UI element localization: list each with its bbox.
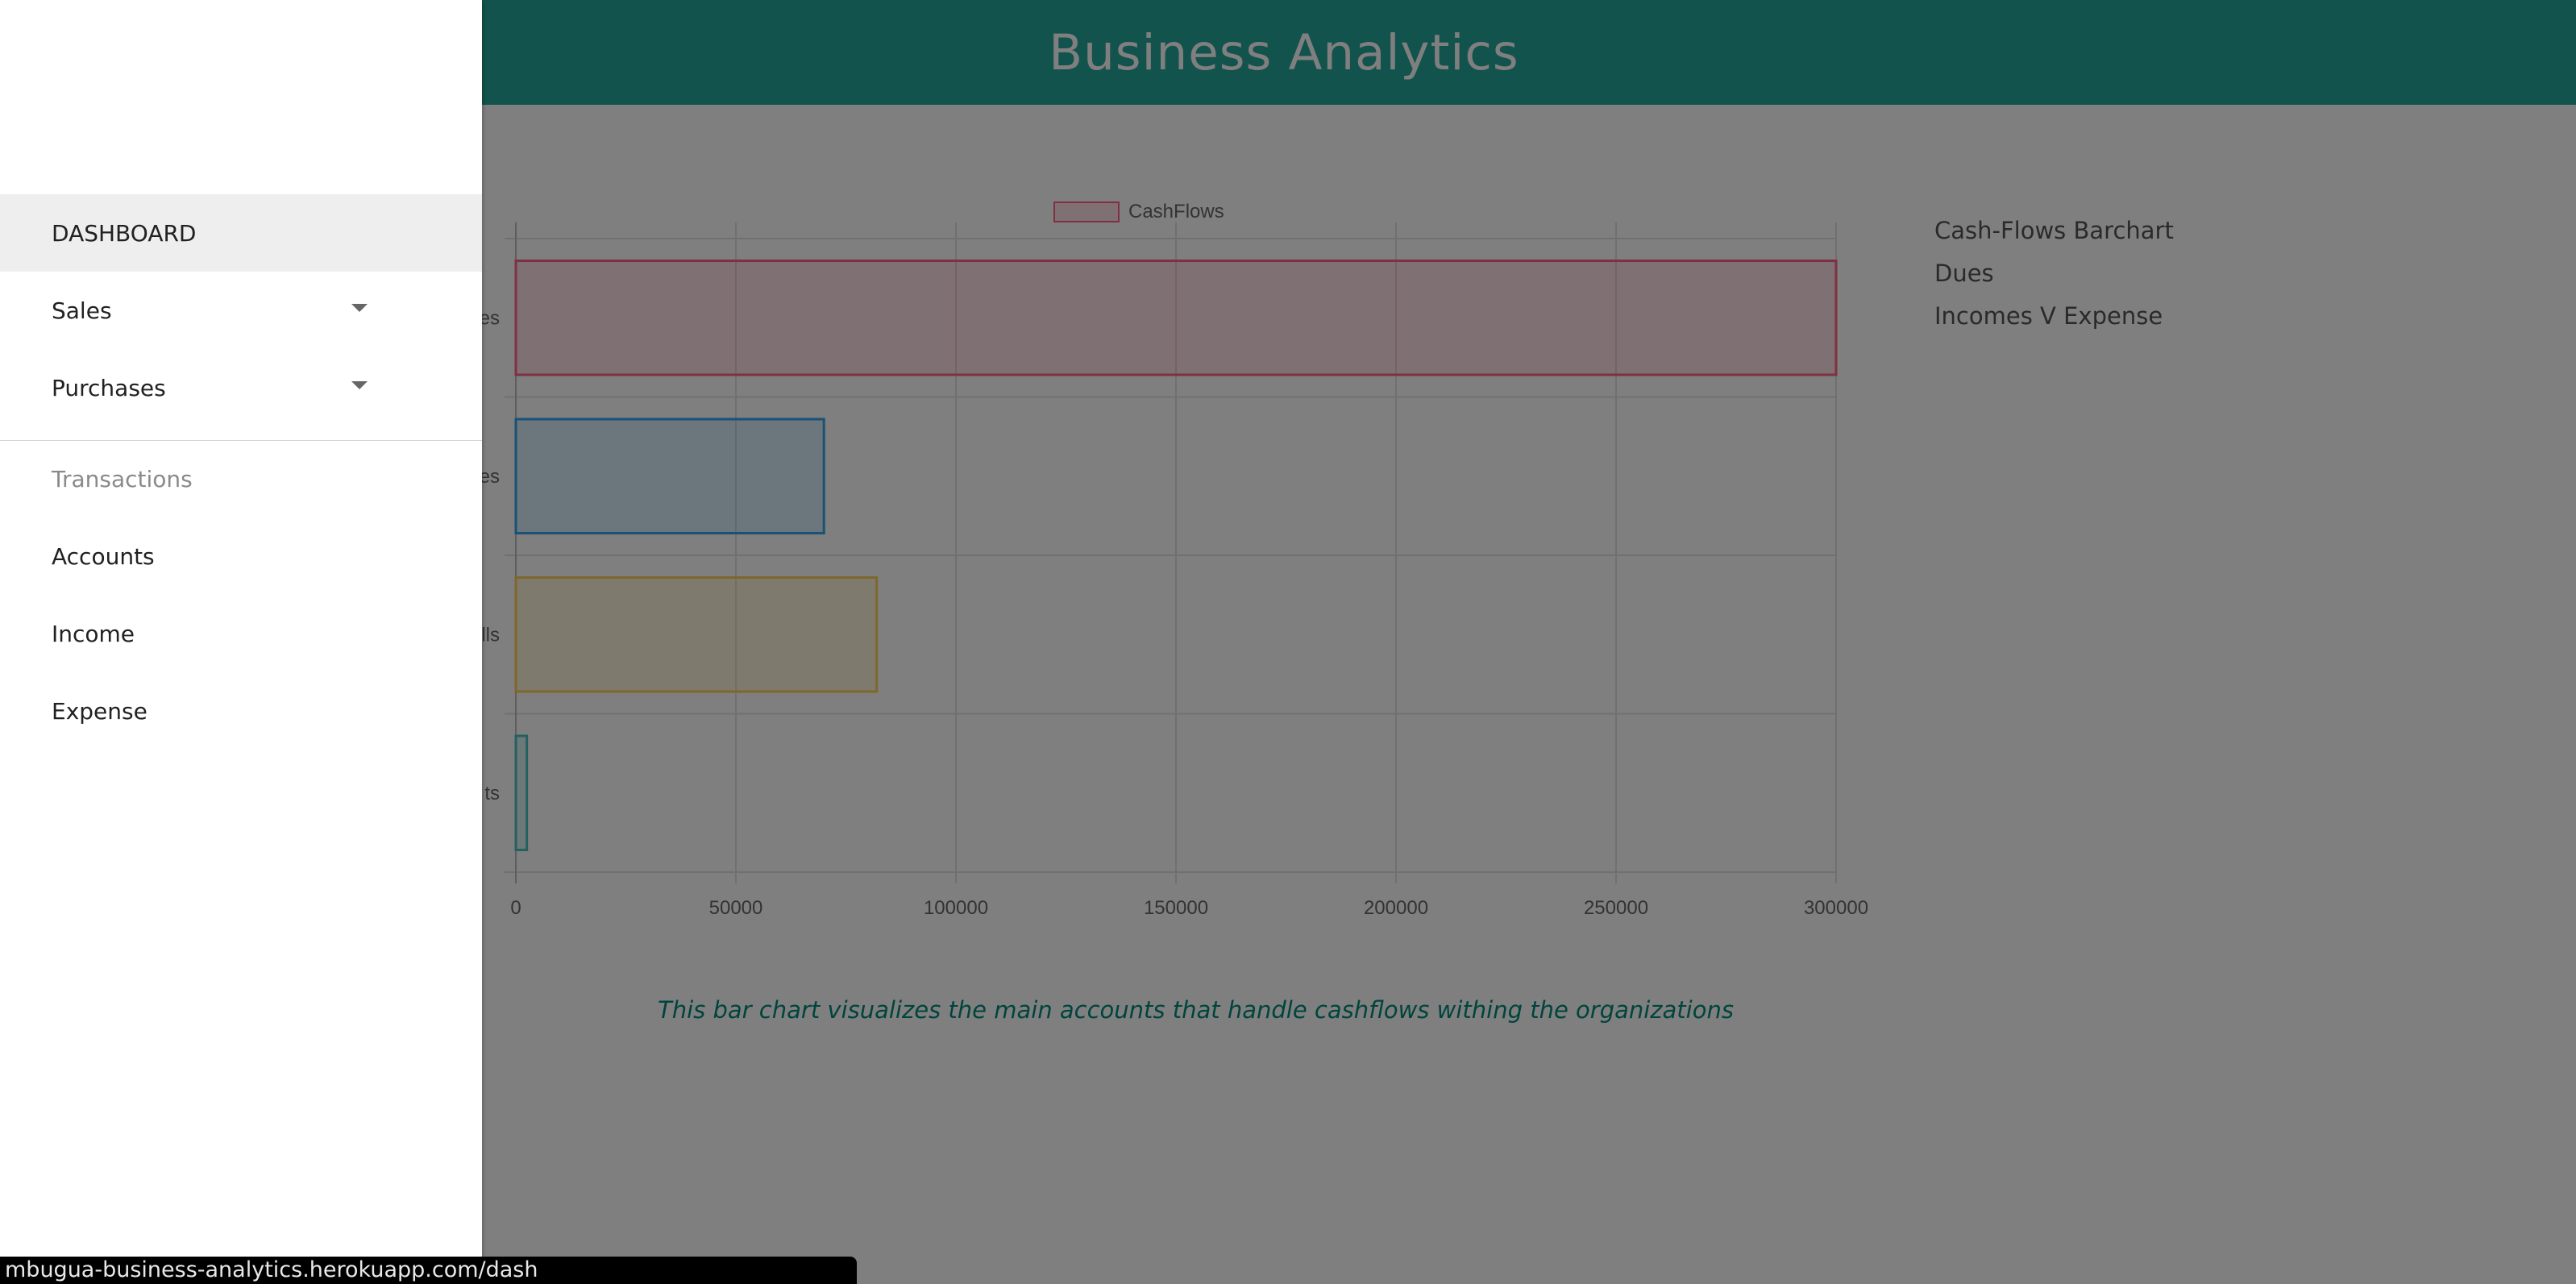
sidebar-item-dashboard[interactable]: DASHBOARD (0, 194, 482, 272)
side-navigation-drawer: DASHBOARD Sales Purchases Transactions A… (0, 0, 482, 1284)
sidebar-item-label: Accounts (52, 542, 155, 570)
sidebar-item-label: Purchases (52, 374, 166, 401)
sidebar-item-label: Expense (52, 697, 147, 725)
sidebar-item-income[interactable]: Income (0, 595, 482, 672)
sidebar-item-purchases[interactable]: Purchases (0, 349, 482, 426)
sidebar-item-label: Income (52, 620, 135, 647)
sidebar-item-accounts[interactable]: Accounts (0, 517, 482, 595)
sidebar-item-sales[interactable]: Sales (0, 272, 482, 349)
link-status-bar: mbugua-business-analytics.herokuapp.com/… (0, 1257, 857, 1284)
caret-down-icon (351, 381, 368, 389)
sidebar-item-label: Sales (52, 297, 112, 324)
sidebar-subheader-transactions: Transactions (52, 466, 193, 492)
sidebar-item-label: DASHBOARD (52, 219, 197, 247)
sidebar-divider (0, 440, 482, 441)
caret-down-icon (351, 304, 368, 312)
sidebar-item-expense[interactable]: Expense (0, 672, 482, 750)
